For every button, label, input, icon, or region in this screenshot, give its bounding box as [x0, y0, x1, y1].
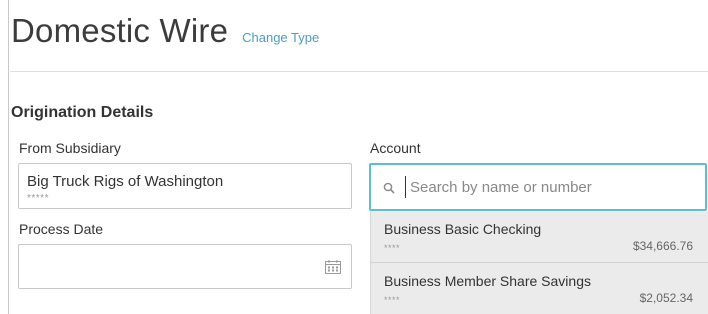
- subsidiary-account-mask: *****: [27, 193, 49, 204]
- left-border: [8, 0, 9, 314]
- account-option-mask: ****: [384, 295, 401, 305]
- account-search-input[interactable]: [405, 176, 690, 198]
- account-option-business-member-share-savings[interactable]: Business Member Share Savings **** $2,05…: [371, 262, 708, 313]
- page-header: Domestic Wire Change Type: [11, 14, 319, 47]
- account-search-field[interactable]: [369, 163, 707, 211]
- account-option-name: Business Member Share Savings: [384, 273, 591, 289]
- section-title: Origination Details: [11, 104, 154, 121]
- process-date-label: Process Date: [19, 221, 104, 237]
- subsidiary-name: Big Truck Rigs of Washington: [27, 173, 224, 190]
- account-option-balance: $34,666.76: [632, 239, 693, 253]
- account-option-balance: $2,052.34: [639, 291, 693, 305]
- account-option-name: Business Basic Checking: [384, 221, 542, 237]
- account-option-business-basic-checking[interactable]: Business Basic Checking **** $34,666.76: [371, 211, 708, 261]
- change-type-link[interactable]: Change Type: [242, 30, 319, 45]
- calendar-icon[interactable]: [325, 260, 341, 274]
- search-icon: [383, 181, 395, 194]
- account-dropdown: Business Basic Checking **** $34,666.76 …: [370, 211, 708, 314]
- account-label: Account: [370, 140, 421, 156]
- process-date-field[interactable]: [18, 244, 352, 289]
- page-title: Domestic Wire: [11, 12, 229, 49]
- wire-transfer-page: Domestic Wire Change Type Origination De…: [0, 0, 708, 314]
- from-subsidiary-field[interactable]: Big Truck Rigs of Washington *****: [18, 163, 352, 209]
- header-divider: [10, 71, 708, 72]
- from-subsidiary-label: From Subsidiary: [19, 140, 121, 156]
- account-option-mask: ****: [384, 243, 401, 253]
